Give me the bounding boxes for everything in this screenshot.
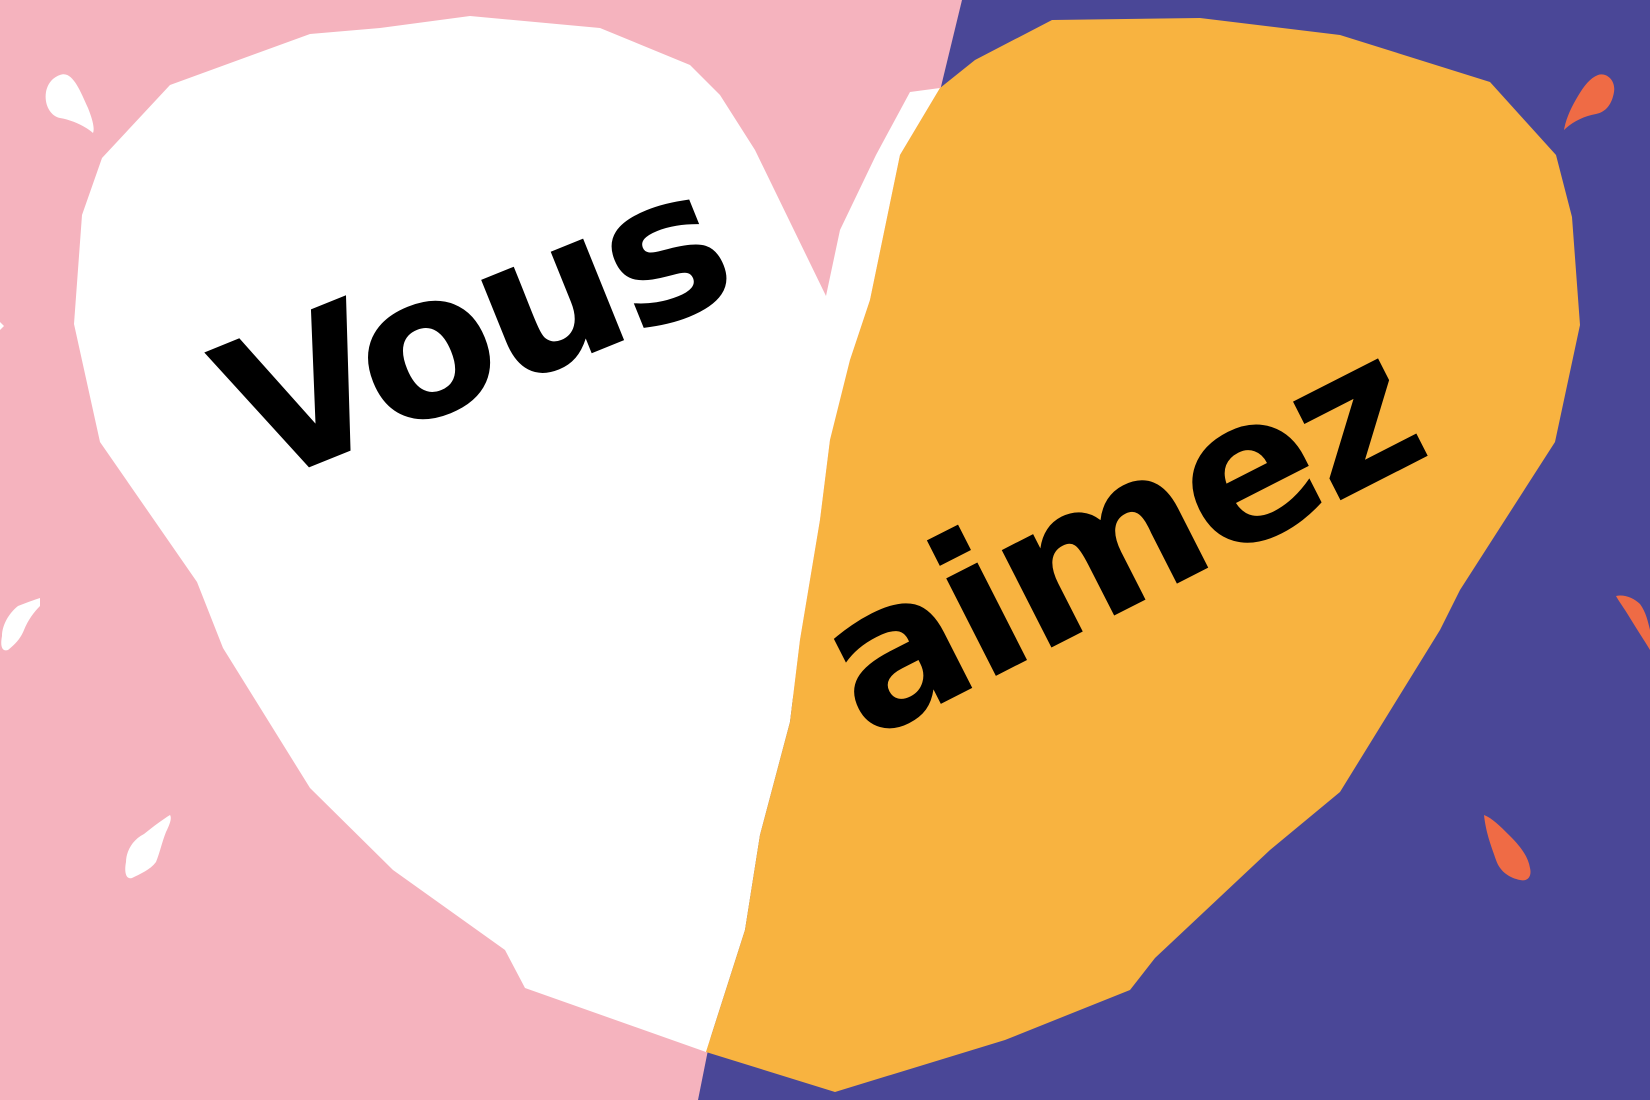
heart-illustration: Vous aimez [0, 0, 1650, 1100]
artwork-canvas: Vous aimez [0, 0, 1650, 1100]
